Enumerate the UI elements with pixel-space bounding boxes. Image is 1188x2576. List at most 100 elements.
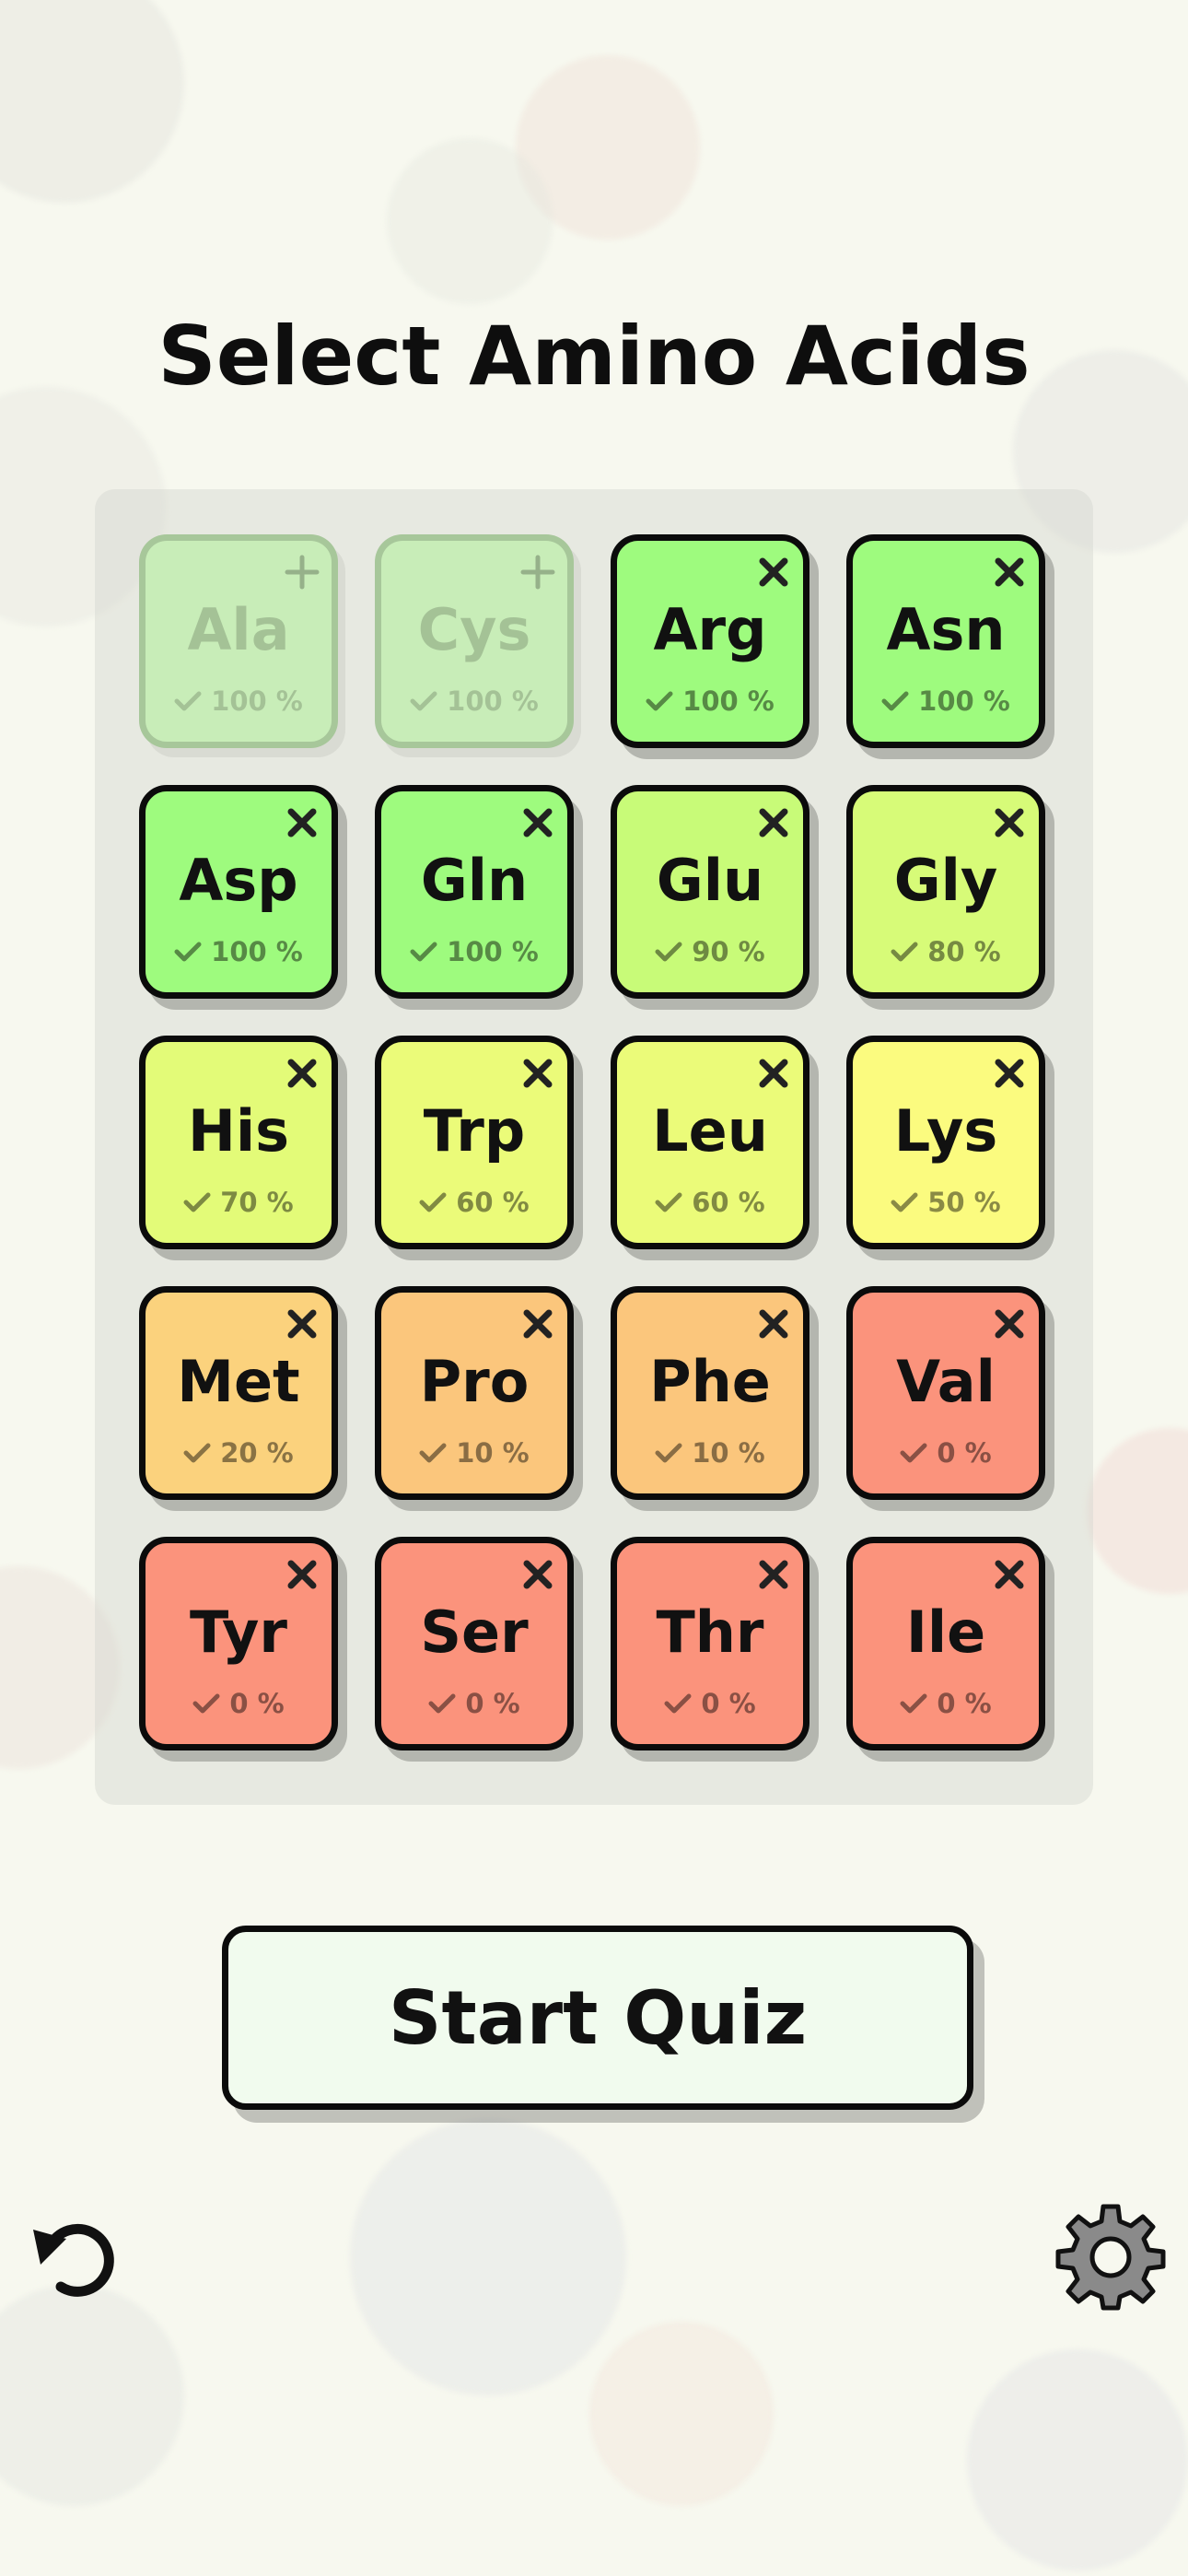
tile-percent: 50 % bbox=[927, 1187, 1001, 1218]
tile-abbreviation: Trp bbox=[423, 1097, 526, 1165]
tile-percent: 0 % bbox=[229, 1688, 285, 1719]
tile-met[interactable]: Met 20 % bbox=[139, 1286, 338, 1500]
tile-percent: 20 % bbox=[220, 1437, 294, 1469]
tile-asn[interactable]: Asn 100 % bbox=[846, 534, 1045, 748]
close-icon[interactable] bbox=[755, 554, 792, 591]
tile-abbreviation: Glu bbox=[656, 847, 764, 914]
tile-abbreviation: Met bbox=[177, 1348, 300, 1415]
check-icon bbox=[410, 685, 447, 717]
check-icon bbox=[410, 936, 447, 967]
plus-icon[interactable] bbox=[284, 554, 320, 591]
tile-abbreviation: Ile bbox=[905, 1598, 986, 1666]
tile-trp[interactable]: Trp 60 % bbox=[375, 1036, 574, 1249]
tile-progress: 100 % bbox=[146, 939, 332, 966]
tile-percent: 70 % bbox=[220, 1187, 294, 1218]
check-icon bbox=[664, 1688, 701, 1719]
tile-his[interactable]: His 70 % bbox=[139, 1036, 338, 1249]
close-icon[interactable] bbox=[519, 1556, 556, 1593]
tile-abbreviation: Asp bbox=[179, 847, 298, 914]
close-icon[interactable] bbox=[519, 1055, 556, 1092]
tile-progress: 100 % bbox=[381, 688, 567, 715]
start-quiz-button[interactable]: Start Quiz bbox=[222, 1926, 973, 2110]
tile-abbreviation: Cys bbox=[417, 596, 531, 663]
tile-arg[interactable]: Arg 100 % bbox=[611, 534, 809, 748]
close-icon[interactable] bbox=[519, 1306, 556, 1342]
tile-glu[interactable]: Glu 90 % bbox=[611, 785, 809, 999]
tile-lys[interactable]: Lys 50 % bbox=[846, 1036, 1045, 1249]
tile-abbreviation: Tyr bbox=[190, 1598, 287, 1666]
tile-gln[interactable]: Gln 100 % bbox=[375, 785, 574, 999]
check-icon bbox=[891, 936, 927, 967]
close-icon[interactable] bbox=[284, 1556, 320, 1593]
close-icon[interactable] bbox=[755, 804, 792, 841]
close-icon[interactable] bbox=[284, 1306, 320, 1342]
tile-progress: 0 % bbox=[853, 1440, 1039, 1467]
tile-abbreviation: Gly bbox=[893, 847, 998, 914]
tile-val[interactable]: Val 0 % bbox=[846, 1286, 1045, 1500]
check-icon bbox=[646, 685, 682, 717]
close-icon[interactable] bbox=[755, 1055, 792, 1092]
check-icon bbox=[428, 1688, 465, 1719]
tile-leu[interactable]: Leu 60 % bbox=[611, 1036, 809, 1249]
tile-progress: 10 % bbox=[381, 1440, 567, 1467]
tile-tyr[interactable]: Tyr 0 % bbox=[139, 1537, 338, 1751]
tile-abbreviation: Lys bbox=[893, 1097, 998, 1165]
tile-phe[interactable]: Phe 10 % bbox=[611, 1286, 809, 1500]
tile-progress: 100 % bbox=[146, 688, 332, 715]
close-icon[interactable] bbox=[991, 804, 1028, 841]
close-icon[interactable] bbox=[519, 804, 556, 841]
tile-abbreviation: Val bbox=[896, 1348, 996, 1415]
tile-abbreviation: Asn bbox=[886, 596, 1006, 663]
plus-icon[interactable] bbox=[519, 554, 556, 591]
close-icon[interactable] bbox=[284, 804, 320, 841]
close-icon[interactable] bbox=[991, 1556, 1028, 1593]
tile-percent: 100 % bbox=[447, 685, 539, 717]
tile-abbreviation: Leu bbox=[652, 1097, 768, 1165]
tile-percent: 100 % bbox=[211, 685, 303, 717]
tile-ile[interactable]: Ile 0 % bbox=[846, 1537, 1045, 1751]
check-icon bbox=[655, 1437, 692, 1469]
tile-cys[interactable]: Cys 100 % bbox=[375, 534, 574, 748]
check-icon bbox=[192, 1688, 229, 1719]
tile-percent: 60 % bbox=[456, 1187, 530, 1218]
tile-percent: 0 % bbox=[937, 1437, 992, 1469]
check-icon bbox=[655, 1187, 692, 1218]
tile-thr[interactable]: Thr 0 % bbox=[611, 1537, 809, 1751]
tile-percent: 100 % bbox=[918, 685, 1010, 717]
tile-progress: 60 % bbox=[381, 1189, 567, 1216]
close-icon[interactable] bbox=[991, 1055, 1028, 1092]
tile-asp[interactable]: Asp 100 % bbox=[139, 785, 338, 999]
tile-percent: 0 % bbox=[465, 1688, 520, 1719]
close-icon[interactable] bbox=[991, 554, 1028, 591]
close-icon[interactable] bbox=[991, 1306, 1028, 1342]
gear-icon[interactable] bbox=[1055, 2202, 1166, 2313]
close-icon[interactable] bbox=[755, 1306, 792, 1342]
tile-ser[interactable]: Ser 0 % bbox=[375, 1537, 574, 1751]
tile-abbreviation: His bbox=[187, 1097, 290, 1165]
close-icon[interactable] bbox=[755, 1556, 792, 1593]
tile-progress: 60 % bbox=[617, 1189, 803, 1216]
page-title: Select Amino Acids bbox=[157, 309, 1031, 404]
tile-progress: 20 % bbox=[146, 1440, 332, 1467]
tile-progress: 70 % bbox=[146, 1189, 332, 1216]
undo-icon[interactable] bbox=[24, 2209, 125, 2311]
check-icon bbox=[419, 1187, 456, 1218]
check-icon bbox=[174, 936, 211, 967]
check-icon bbox=[183, 1187, 220, 1218]
tile-ala[interactable]: Ala 100 % bbox=[139, 534, 338, 748]
tile-abbreviation: Ser bbox=[420, 1598, 529, 1666]
tile-pro[interactable]: Pro 10 % bbox=[375, 1286, 574, 1500]
tile-gly[interactable]: Gly 80 % bbox=[846, 785, 1045, 999]
start-quiz-label: Start Quiz bbox=[388, 1974, 808, 2061]
tile-progress: 0 % bbox=[146, 1691, 332, 1717]
check-icon bbox=[655, 936, 692, 967]
check-icon bbox=[891, 1187, 927, 1218]
tile-percent: 60 % bbox=[692, 1187, 765, 1218]
check-icon bbox=[881, 685, 918, 717]
close-icon[interactable] bbox=[284, 1055, 320, 1092]
tile-progress: 100 % bbox=[853, 688, 1039, 715]
tile-progress: 0 % bbox=[617, 1691, 803, 1717]
check-icon bbox=[174, 685, 211, 717]
tile-progress: 50 % bbox=[853, 1189, 1039, 1216]
tile-progress: 0 % bbox=[853, 1691, 1039, 1717]
